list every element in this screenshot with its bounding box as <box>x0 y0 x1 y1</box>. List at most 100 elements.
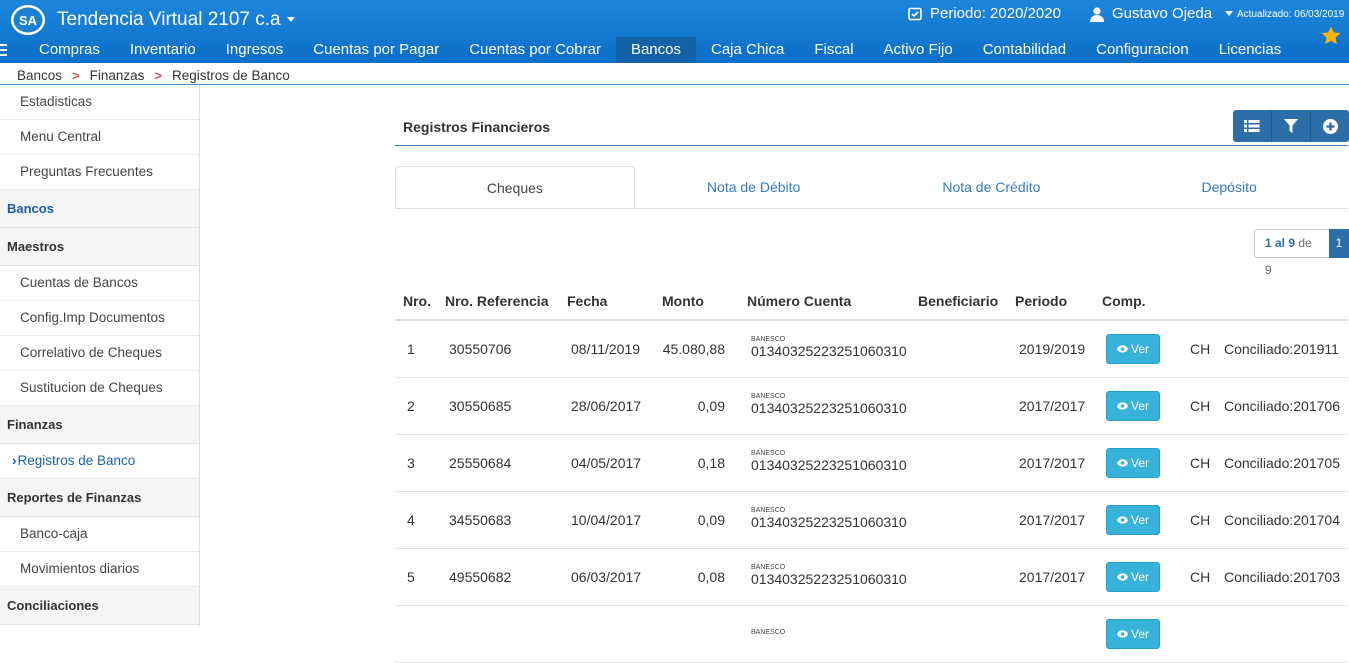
nav-caja-chica[interactable]: Caja Chica <box>696 37 799 63</box>
sidebar-item-registros-banco[interactable]: ›Registros de Banco <box>0 444 199 479</box>
user-menu[interactable]: Gustavo Ojeda <box>1089 5 1234 22</box>
ver-button[interactable]: Ver <box>1106 391 1161 421</box>
ver-button[interactable]: Ver <box>1106 619 1161 649</box>
period-selector[interactable]: Periodo: 2020/2020 <box>908 5 1061 22</box>
sidebar-item-label: Registros de Banco <box>17 453 136 468</box>
sidebar-section-bancos[interactable]: Bancos <box>0 190 199 228</box>
cell-monto: 0,08 <box>654 548 739 606</box>
records-table: Nro. Nro. Referencia Fecha Monto Número … <box>395 283 1348 663</box>
cell-beneficiario <box>910 377 1007 435</box>
ver-label: Ver <box>1131 513 1150 527</box>
nav-fiscal[interactable]: Fiscal <box>799 37 868 63</box>
col-beneficiario[interactable]: Beneficiario <box>910 283 1007 321</box>
user-name: Gustavo Ojeda <box>1112 5 1213 22</box>
nav-ingresos[interactable]: Ingresos <box>211 37 299 63</box>
cell-fecha: 28/06/2017 <box>559 377 654 435</box>
cell-estado <box>1212 605 1348 663</box>
cell-tipo: CH <box>1178 377 1212 435</box>
sidebar-section-reportes: Reportes de Finanzas <box>0 479 199 517</box>
ver-button[interactable]: Ver <box>1106 505 1161 535</box>
cell-monto: 0,09 <box>654 377 739 435</box>
table-row[interactable]: 2 30550685 28/06/2017 0,09 BANESCO 013403… <box>395 377 1348 435</box>
cell-fecha: 06/03/2017 <box>559 548 654 606</box>
breadcrumb-bancos[interactable]: Bancos <box>17 68 62 83</box>
cell-nro: 3 <box>395 434 437 492</box>
sidebar-item-menu-central[interactable]: Menu Central <box>0 120 199 155</box>
table-row[interactable]: 4 34550683 10/04/2017 0,09 BANESCO 013403… <box>395 491 1348 549</box>
nav-cuentas-por-cobrar[interactable]: Cuentas por Cobrar <box>454 37 616 63</box>
nav-configuracion[interactable]: Configuracion <box>1081 37 1204 63</box>
sidebar-item-cuentas-bancos[interactable]: Cuentas de Bancos <box>0 266 199 301</box>
app-logo[interactable]: SA <box>10 4 46 36</box>
ver-label: Ver <box>1131 627 1150 641</box>
list-view-button[interactable] <box>1233 110 1272 142</box>
breadcrumb-finanzas[interactable]: Finanzas <box>90 68 145 83</box>
sidebar-item-estadisticas[interactable]: Estadisticas <box>0 85 199 120</box>
cell-nro: 5 <box>395 548 437 606</box>
ver-button[interactable]: Ver <box>1106 562 1161 592</box>
col-fecha[interactable]: Fecha <box>559 283 654 321</box>
sidebar-item-banco-caja[interactable]: Banco-caja <box>0 517 199 552</box>
cell-fecha: 04/05/2017 <box>559 434 654 492</box>
sidebar-section-conciliaciones[interactable]: Conciliaciones <box>0 587 199 625</box>
eye-icon <box>1117 402 1128 410</box>
sidebar-item-preguntas[interactable]: Preguntas Frecuentes <box>0 155 199 190</box>
nav-contabilidad[interactable]: Contabilidad <box>968 37 1081 63</box>
nav-activo-fijo[interactable]: Activo Fijo <box>869 37 968 63</box>
user-icon <box>1090 6 1104 22</box>
chevron-right-icon: > <box>72 68 80 83</box>
ver-label: Ver <box>1131 399 1150 413</box>
sidebar-item-config-imp[interactable]: Config.Imp Documentos <box>0 301 199 336</box>
breadcrumb: Bancos > Finanzas > Registros de Banco <box>17 68 290 83</box>
add-button[interactable] <box>1311 110 1349 142</box>
cell-tipo: CH <box>1178 434 1212 492</box>
sidebar-item-sustitucion[interactable]: Sustitucion de Cheques <box>0 371 199 406</box>
eye-icon <box>1117 459 1128 467</box>
table-row[interactable]: 5 49550682 06/03/2017 0,08 BANESCO 013403… <box>395 548 1348 606</box>
col-numero-cuenta[interactable]: Número Cuenta <box>739 283 910 321</box>
list-icon <box>1244 120 1260 132</box>
cell-periodo: 2017/2017 <box>1007 377 1094 435</box>
account-number: 01340325223251060310 <box>751 342 907 359</box>
nav-inventario[interactable]: Inventario <box>115 37 211 63</box>
col-monto[interactable]: Monto <box>654 283 739 321</box>
nav-bancos[interactable]: Bancos <box>615 37 696 63</box>
bank-name: BANESCO <box>751 628 786 636</box>
col-referencia[interactable]: Nro. Referencia <box>437 283 559 321</box>
tab-nota-credito[interactable]: Nota de Crédito <box>873 166 1111 208</box>
ver-button[interactable]: Ver <box>1106 334 1161 364</box>
app-title-dropdown[interactable]: Tendencia Virtual 2107 c.a <box>57 9 295 31</box>
table-row[interactable]: 3 25550684 04/05/2017 0,18 BANESCO 013403… <box>395 434 1348 492</box>
top-bar: SA Tendencia Virtual 2107 c.a Periodo: 2… <box>0 0 1349 63</box>
menu-icon[interactable] <box>0 37 24 63</box>
cell-comp: Ver <box>1094 605 1178 663</box>
table-header-row: Nro. Nro. Referencia Fecha Monto Número … <box>395 283 1348 321</box>
col-nro[interactable]: Nro. <box>395 283 437 321</box>
nav-compras[interactable]: Compras <box>24 37 115 63</box>
ver-label: Ver <box>1131 342 1150 356</box>
table-row[interactable]: 1 30550706 08/11/2019 45.080,88 BANESCO 0… <box>395 320 1348 378</box>
col-periodo[interactable]: Periodo <box>1007 283 1094 321</box>
cell-tipo: CH <box>1178 320 1212 378</box>
tab-cheques[interactable]: Cheques <box>395 166 635 208</box>
tab-nota-debito[interactable]: Nota de Débito <box>635 166 873 208</box>
col-estado <box>1212 283 1348 321</box>
cell-nro: 1 <box>395 320 437 378</box>
cell-cuenta: BANESCO 01340325223251060310 <box>739 548 910 606</box>
sidebar-item-correlativo[interactable]: Correlativo de Cheques <box>0 336 199 371</box>
ver-button[interactable]: Ver <box>1106 448 1161 478</box>
col-comp[interactable]: Comp. <box>1094 283 1178 321</box>
filter-button[interactable] <box>1272 110 1311 142</box>
cell-tipo <box>1178 605 1212 663</box>
breadcrumb-registros: Registros de Banco <box>172 68 290 83</box>
account-number: 01340325223251060310 <box>751 399 907 416</box>
bank-name: BANESCO <box>751 506 786 514</box>
star-icon[interactable] <box>1320 25 1342 47</box>
sidebar-item-movimientos[interactable]: Movimientos diarios <box>0 552 199 587</box>
sidebar-section-finanzas: Finanzas <box>0 406 199 444</box>
pagination-page-1[interactable]: 1 <box>1329 229 1349 258</box>
table-row[interactable]: BANESCO Ver <box>395 605 1348 663</box>
nav-licencias[interactable]: Licencias <box>1204 37 1297 63</box>
nav-cuentas-por-pagar[interactable]: Cuentas por Pagar <box>298 37 454 63</box>
tab-deposito[interactable]: Depósito <box>1110 166 1348 208</box>
